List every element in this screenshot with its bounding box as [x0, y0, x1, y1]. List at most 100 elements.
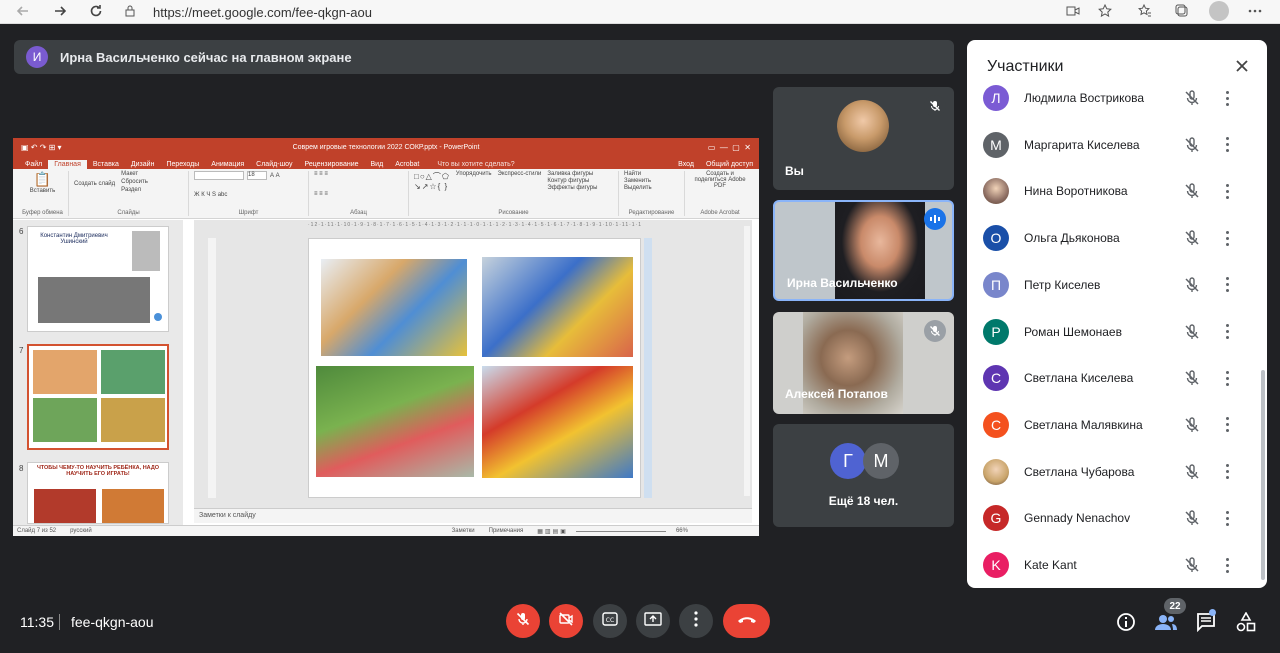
font-style-buttons[interactable]: Ж К Ч S abc: [194, 192, 303, 198]
ppt-tab[interactable]: Переходы: [160, 160, 205, 169]
ppt-tab[interactable]: Файл: [19, 160, 48, 169]
participant-row[interactable]: Р Роман Шемонаев: [983, 314, 1251, 350]
more-vert-icon[interactable]: [1219, 228, 1235, 248]
mic-off-icon[interactable]: [1183, 369, 1201, 387]
replace-button[interactable]: Заменить: [624, 178, 679, 184]
shape-fill-button[interactable]: Заливка фигуры: [547, 171, 597, 177]
font-name-field[interactable]: [194, 171, 244, 180]
shape-outline-button[interactable]: Контур фигуры: [547, 178, 597, 184]
reload-icon[interactable]: [87, 2, 105, 20]
close-icon[interactable]: [1231, 56, 1253, 78]
mic-off-icon[interactable]: [1183, 556, 1201, 574]
current-slide[interactable]: [308, 238, 641, 498]
ppt-login[interactable]: Вход: [672, 160, 700, 169]
layout-button[interactable]: Макет: [121, 171, 148, 177]
participant-row[interactable]: Нина Воротникова: [983, 173, 1251, 209]
ppt-tab[interactable]: Вид: [365, 160, 390, 169]
more-vert-icon[interactable]: [1219, 368, 1235, 388]
more-vert-icon[interactable]: [1219, 181, 1235, 201]
zoom-slider[interactable]: [575, 530, 666, 532]
slide-thumbnail-active[interactable]: [27, 344, 169, 450]
more-vert-icon[interactable]: [1219, 462, 1235, 482]
slide-thumbnail[interactable]: Константин Дмитриевич Ушинский: [27, 226, 169, 332]
tile-others[interactable]: Г М Ещё 18 чел.: [773, 424, 954, 527]
section-button[interactable]: Раздел: [121, 187, 148, 193]
select-button[interactable]: Выделить: [624, 185, 679, 191]
status-comments-button[interactable]: Примечания: [489, 528, 524, 534]
participant-row[interactable]: П Петр Киселев: [983, 267, 1251, 303]
find-button[interactable]: Найти: [624, 171, 679, 177]
more-vert-icon[interactable]: [1219, 88, 1235, 108]
ppt-share[interactable]: Общий доступ: [700, 160, 759, 169]
font-size-field[interactable]: 18: [247, 171, 267, 180]
participant-row[interactable]: С Светлана Киселева: [983, 360, 1251, 396]
mic-off-icon[interactable]: [1183, 229, 1201, 247]
slide-thumbnail[interactable]: ЧТОБЫ ЧЕМУ-ТО НАУЧИТЬ РЕБЁНКА, НАДО НАУЧ…: [27, 462, 169, 524]
ppt-tab[interactable]: Вставка: [87, 160, 125, 169]
ppt-tab[interactable]: Слайд-шоу: [250, 160, 298, 169]
shapes-gallery[interactable]: □○△⌒⬠ ↘↗☆{ }: [414, 171, 450, 191]
favorites-icon[interactable]: [1136, 2, 1154, 20]
ppt-tab[interactable]: Дизайн: [125, 160, 161, 169]
activities-icon[interactable]: [1234, 610, 1258, 634]
create-pdf-button[interactable]: Создать и поделиться Adobe PDF: [690, 171, 750, 189]
mic-off-icon[interactable]: [1183, 416, 1201, 434]
editor-scrollbar[interactable]: [744, 226, 750, 496]
more-options-button[interactable]: [679, 604, 713, 638]
more-vert-icon[interactable]: [1219, 322, 1235, 342]
captions-button[interactable]: CC: [593, 604, 627, 638]
camera-blocked-icon[interactable]: [1064, 2, 1082, 20]
camera-toggle-button[interactable]: [549, 604, 583, 638]
paste-button[interactable]: 📋 Вставить: [22, 171, 63, 194]
tile-self[interactable]: Вы: [773, 87, 954, 190]
profile-avatar[interactable]: [1209, 1, 1229, 21]
participant-row[interactable]: Светлана Чубарова: [983, 454, 1251, 490]
reset-button[interactable]: Сбросить: [121, 179, 148, 185]
participant-row[interactable]: М Маргарита Киселева: [983, 127, 1251, 163]
panel-scrollbar[interactable]: [1261, 370, 1265, 580]
paragraph-buttons[interactable]: ≡ ≡ ≡: [314, 191, 403, 197]
address-bar[interactable]: https://meet.google.com/fee-qkgn-aou: [125, 2, 1085, 22]
notes-field[interactable]: Заметки к слайду: [194, 508, 752, 523]
more-vert-icon[interactable]: [1219, 555, 1235, 575]
participant-row[interactable]: K Kate Kant: [983, 547, 1251, 583]
more-icon[interactable]: [1246, 2, 1264, 20]
collections-icon[interactable]: [1173, 2, 1191, 20]
back-icon[interactable]: [14, 2, 32, 20]
present-button[interactable]: [636, 604, 670, 638]
more-vert-icon[interactable]: [1219, 508, 1235, 528]
participant-row[interactable]: Л Людмила Вострикова: [983, 80, 1251, 116]
new-slide-button[interactable]: Создать слайд: [74, 171, 115, 193]
meeting-info-icon[interactable]: [1114, 610, 1138, 634]
font-grow-shrink[interactable]: А А: [270, 173, 280, 179]
leave-call-button[interactable]: [723, 604, 770, 638]
paragraph-buttons[interactable]: ≡ ≡ ≡: [314, 171, 403, 177]
forward-icon[interactable]: [51, 2, 69, 20]
favorite-add-icon[interactable]: [1096, 2, 1114, 20]
mic-off-icon[interactable]: [1183, 276, 1201, 294]
shape-effects-button[interactable]: Эффекты фигуры: [547, 185, 597, 191]
ppt-tab[interactable]: Acrobat: [389, 160, 425, 169]
participant-row[interactable]: С Светлана Малявкина: [983, 407, 1251, 443]
participant-row[interactable]: G Gennady Nenachov: [983, 500, 1251, 536]
more-vert-icon[interactable]: [1219, 415, 1235, 435]
tile-active-speaker[interactable]: Ирна Васильченко: [773, 200, 954, 301]
tile-participant[interactable]: Алексей Потапов: [773, 312, 954, 414]
mic-toggle-button[interactable]: [506, 604, 540, 638]
participant-row[interactable]: О Ольга Дьяконова: [983, 220, 1251, 256]
arrange-button[interactable]: Упорядочить: [456, 171, 492, 191]
ppt-tab[interactable]: Анимация: [205, 160, 250, 169]
mic-off-icon[interactable]: [1183, 509, 1201, 527]
more-vert-icon[interactable]: [1219, 275, 1235, 295]
mic-off-icon[interactable]: [1183, 323, 1201, 341]
status-notes-button[interactable]: Заметки: [452, 528, 475, 534]
mic-off-icon[interactable]: [1183, 182, 1201, 200]
quick-styles-button[interactable]: Экспресс-стили: [498, 171, 542, 191]
ppt-tab[interactable]: Главная: [48, 160, 87, 169]
more-vert-icon[interactable]: [1219, 135, 1235, 155]
ppt-tab[interactable]: Рецензирование: [298, 160, 364, 169]
mic-off-icon[interactable]: [1183, 89, 1201, 107]
ppt-search-hint[interactable]: Что вы хотите сделать?: [431, 160, 520, 169]
mic-off-icon[interactable]: [1183, 136, 1201, 154]
mic-off-icon[interactable]: [1183, 463, 1201, 481]
